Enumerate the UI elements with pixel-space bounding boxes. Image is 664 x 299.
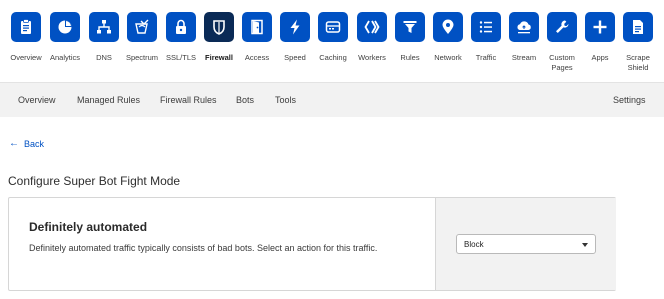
nav-item-rules[interactable]: Rules — [390, 12, 430, 63]
network-tree-icon — [89, 12, 119, 42]
left-arrow-icon: ← — [9, 138, 19, 149]
nav-item-scrape-shield[interactable]: Scrape Shield — [618, 12, 658, 72]
cloud-upload-icon — [509, 12, 539, 42]
card-heading: Definitely automated — [29, 220, 148, 234]
card-description: Definitely automated traffic typically c… — [29, 243, 378, 253]
nav-item-speed[interactable]: Speed — [275, 12, 315, 63]
action-select-value: Block — [464, 240, 484, 249]
list-icon — [471, 12, 501, 42]
nav-label: Overview — [10, 53, 42, 62]
nav-item-firewall[interactable]: Firewall — [199, 12, 239, 63]
nav-item-workers[interactable]: Workers — [352, 12, 392, 63]
nav-label: Analytics — [49, 53, 80, 62]
nav-label: Caching — [319, 53, 347, 62]
spectrum-shield-icon — [127, 12, 157, 42]
nav-item-ssl-tls[interactable]: SSL/TLS — [161, 12, 201, 63]
wrench-icon — [547, 12, 577, 42]
location-pin-icon — [433, 12, 463, 42]
shield-icon — [204, 12, 234, 42]
plus-icon — [585, 12, 615, 42]
product-nav: Overview Analytics DNS Spectrum SSL/TLS … — [0, 0, 664, 80]
page-title: Configure Super Bot Fight Mode — [8, 174, 181, 188]
card-action-panel: Block — [435, 198, 616, 290]
nav-item-overview[interactable]: Overview — [6, 12, 46, 63]
lock-icon — [166, 12, 196, 42]
subnav-managed-rules[interactable]: Managed Rules — [77, 95, 140, 105]
back-link[interactable]: ← Back — [9, 138, 45, 150]
pie-chart-icon — [50, 12, 80, 42]
nav-label: Spectrum — [125, 53, 159, 62]
nav-label: Scrape Shield — [626, 53, 650, 72]
nav-item-network[interactable]: Network — [428, 12, 468, 63]
door-icon — [242, 12, 272, 42]
nav-item-spectrum[interactable]: Spectrum — [122, 12, 162, 63]
subnav-tools[interactable]: Tools — [275, 95, 296, 105]
firewall-subnav: Overview Managed Rules Firewall Rules Bo… — [0, 82, 664, 117]
nav-item-dns[interactable]: DNS — [84, 12, 124, 63]
nav-item-apps[interactable]: Apps — [580, 12, 620, 63]
nav-item-caching[interactable]: Caching — [313, 12, 353, 63]
definitely-automated-card: Definitely automated Definitely automate… — [8, 197, 616, 291]
nav-item-access[interactable]: Access — [237, 12, 277, 63]
subnav-overview[interactable]: Overview — [18, 95, 56, 105]
subnav-firewall-rules[interactable]: Firewall Rules — [160, 95, 217, 105]
document-icon — [623, 12, 653, 42]
nav-item-traffic[interactable]: Traffic — [466, 12, 506, 63]
lightning-icon — [280, 12, 310, 42]
nav-item-analytics[interactable]: Analytics — [45, 12, 85, 63]
server-icon — [318, 12, 348, 42]
chevron-down-icon — [582, 243, 588, 247]
nav-item-stream[interactable]: Stream — [504, 12, 544, 63]
workers-chevrons-icon — [357, 12, 387, 42]
card-content: Definitely automated Definitely automate… — [9, 198, 435, 290]
subnav-settings[interactable]: Settings — [613, 95, 646, 105]
filter-icon — [395, 12, 425, 42]
subnav-bots[interactable]: Bots — [236, 95, 254, 105]
back-label: Back — [24, 139, 45, 149]
nav-item-custom-pages[interactable]: Custom Pages — [542, 12, 582, 72]
clipboard-icon — [11, 12, 41, 42]
action-select[interactable]: Block — [456, 234, 596, 254]
